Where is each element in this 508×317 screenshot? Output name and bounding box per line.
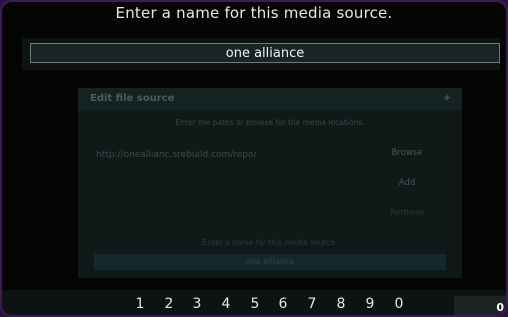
key-8[interactable]: 8 [333, 296, 349, 312]
dialog-subtitle: Enter the paths or browse for the media … [175, 118, 365, 127]
key-6[interactable]: 6 [275, 296, 291, 312]
key-2[interactable]: 2 [161, 296, 177, 312]
corner-key[interactable]: 0 [454, 296, 506, 315]
dialog-header: Edit file source [78, 88, 462, 110]
key-3[interactable]: 3 [189, 296, 205, 312]
key-5[interactable]: 5 [247, 296, 263, 312]
name-field: one alliance [94, 254, 446, 270]
screen-frame: Enter a name for this media source. one … [0, 0, 508, 317]
key-7[interactable]: 7 [304, 296, 320, 312]
media-source-name-input[interactable]: one alliance [30, 43, 500, 63]
key-9[interactable]: 9 [362, 296, 378, 312]
remove-button: Remove [389, 208, 425, 218]
key-0[interactable]: 0 [391, 296, 407, 312]
key-1[interactable]: 1 [132, 296, 148, 312]
add-button: Add [398, 178, 416, 188]
kodi-logo-icon: ✦ [442, 91, 453, 105]
source-url: http://oneallianc.srebuild.com/repo/ [96, 150, 257, 160]
edit-file-source-dialog: Edit file source ✦ Enter the paths or br… [78, 88, 462, 278]
name-prompt: Enter a name for this media source. [202, 238, 338, 247]
browse-button: Browse [391, 148, 423, 158]
dialog-title: Enter a name for this media source. [115, 4, 393, 22]
key-4[interactable]: 4 [218, 296, 234, 312]
